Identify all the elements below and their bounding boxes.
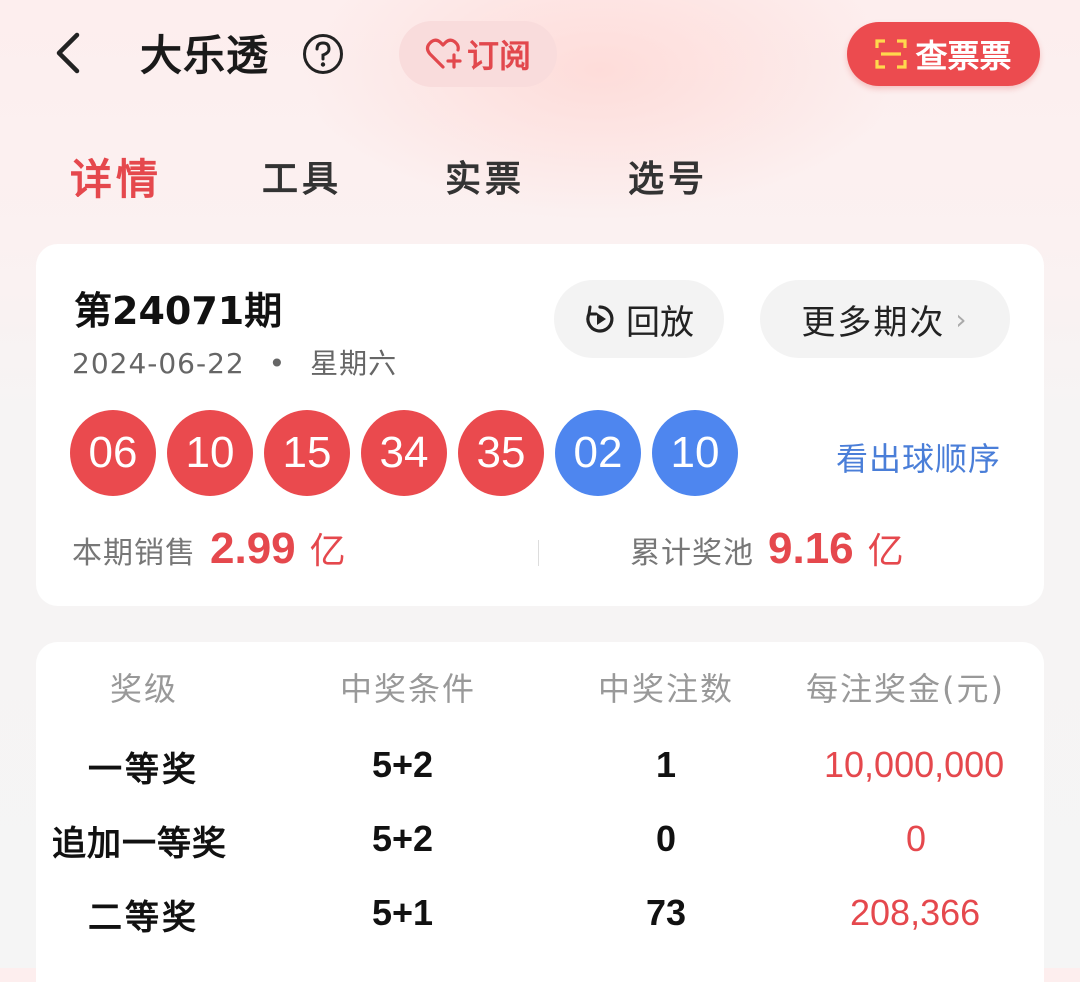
tab-real-tickets[interactable]: 实票 bbox=[445, 150, 525, 202]
page-title: 大乐透 bbox=[140, 31, 270, 80]
header-count: 中奖注数 bbox=[598, 670, 735, 708]
sales-unit: 亿 bbox=[309, 531, 346, 572]
replay-label: 回放 bbox=[626, 302, 694, 343]
prize-amount: 208,366 bbox=[850, 892, 981, 933]
check-ticket-label: 查票票 bbox=[915, 37, 1012, 75]
draw-date-line: 2024-06-22 • 星期六 bbox=[72, 342, 397, 382]
prize-level: 二等奖 bbox=[88, 898, 199, 938]
stat-divider bbox=[538, 540, 539, 566]
prize-amount: 0 bbox=[906, 818, 927, 859]
prize-table: 奖级 中奖条件 中奖注数 每注奖金(元) 一等奖 5+2 1 10,000,00… bbox=[36, 642, 1044, 982]
tab-details[interactable]: 详情 bbox=[70, 146, 162, 207]
tab-pick-numbers[interactable]: 选号 bbox=[628, 150, 708, 202]
chevron-right-icon: › bbox=[955, 302, 969, 336]
subscribe-label: 订阅 bbox=[466, 37, 531, 75]
header-amount: 每注奖金(元) bbox=[806, 670, 1005, 708]
prize-level: 追加一等奖 bbox=[52, 824, 227, 864]
draw-order-link[interactable]: 看出球顺序 bbox=[836, 434, 1001, 480]
draw-result-card: 第24071期 2024-06-22 • 星期六 回放 更多期次 › 06 10… bbox=[36, 244, 1044, 606]
prize-level: 一等奖 bbox=[88, 750, 199, 790]
header-level: 奖级 bbox=[110, 670, 179, 708]
sales-stat: 本期销售 2.99 亿 bbox=[72, 522, 346, 574]
prize-condition: 5+2 bbox=[372, 744, 434, 785]
draw-date: 2024-06-22 bbox=[72, 347, 245, 380]
prize-count: 73 bbox=[646, 892, 687, 933]
prize-amount: 10,000,000 bbox=[824, 744, 1005, 785]
winning-numbers: 06 10 15 34 35 02 10 bbox=[70, 410, 749, 496]
prize-condition: 5+2 bbox=[372, 818, 434, 859]
pool-value: 9.16 bbox=[768, 524, 854, 573]
pool-unit: 亿 bbox=[867, 531, 904, 572]
prize-condition: 5+1 bbox=[372, 892, 434, 933]
front-ball: 15 bbox=[264, 410, 350, 496]
front-ball: 06 bbox=[70, 410, 156, 496]
back-ball: 10 bbox=[652, 410, 738, 496]
prize-count: 1 bbox=[656, 744, 677, 785]
tab-bar: 详情 工具 实票 选号 bbox=[0, 150, 1080, 214]
prize-count: 0 bbox=[656, 818, 677, 859]
back-ball: 02 bbox=[555, 410, 641, 496]
date-separator: • bbox=[268, 347, 287, 380]
more-issues-label: 更多期次 bbox=[801, 302, 946, 343]
back-icon[interactable] bbox=[46, 28, 90, 78]
pool-label: 累计奖池 bbox=[630, 536, 754, 571]
issue-number: 第24071期 bbox=[74, 289, 283, 333]
heart-plus-icon bbox=[425, 38, 462, 69]
top-bar: 大乐透 订阅 查票票 bbox=[0, 0, 1080, 110]
front-ball: 34 bbox=[361, 410, 447, 496]
header-condition: 中奖条件 bbox=[340, 670, 477, 708]
scan-icon bbox=[875, 39, 908, 69]
sales-label: 本期销售 bbox=[72, 536, 196, 571]
replay-icon bbox=[586, 305, 614, 333]
pool-stat: 累计奖池 9.16 亿 bbox=[630, 522, 904, 574]
front-ball: 10 bbox=[167, 410, 253, 496]
front-ball: 35 bbox=[458, 410, 544, 496]
help-icon[interactable] bbox=[302, 33, 344, 75]
tab-tools[interactable]: 工具 bbox=[262, 150, 342, 202]
subscribe-button[interactable]: 订阅 bbox=[399, 21, 557, 87]
more-issues-button[interactable]: 更多期次 › bbox=[760, 280, 1010, 358]
replay-button[interactable]: 回放 bbox=[554, 280, 724, 358]
sales-value: 2.99 bbox=[210, 524, 296, 573]
check-ticket-button[interactable]: 查票票 bbox=[847, 22, 1040, 86]
draw-weekday: 星期六 bbox=[310, 347, 398, 380]
